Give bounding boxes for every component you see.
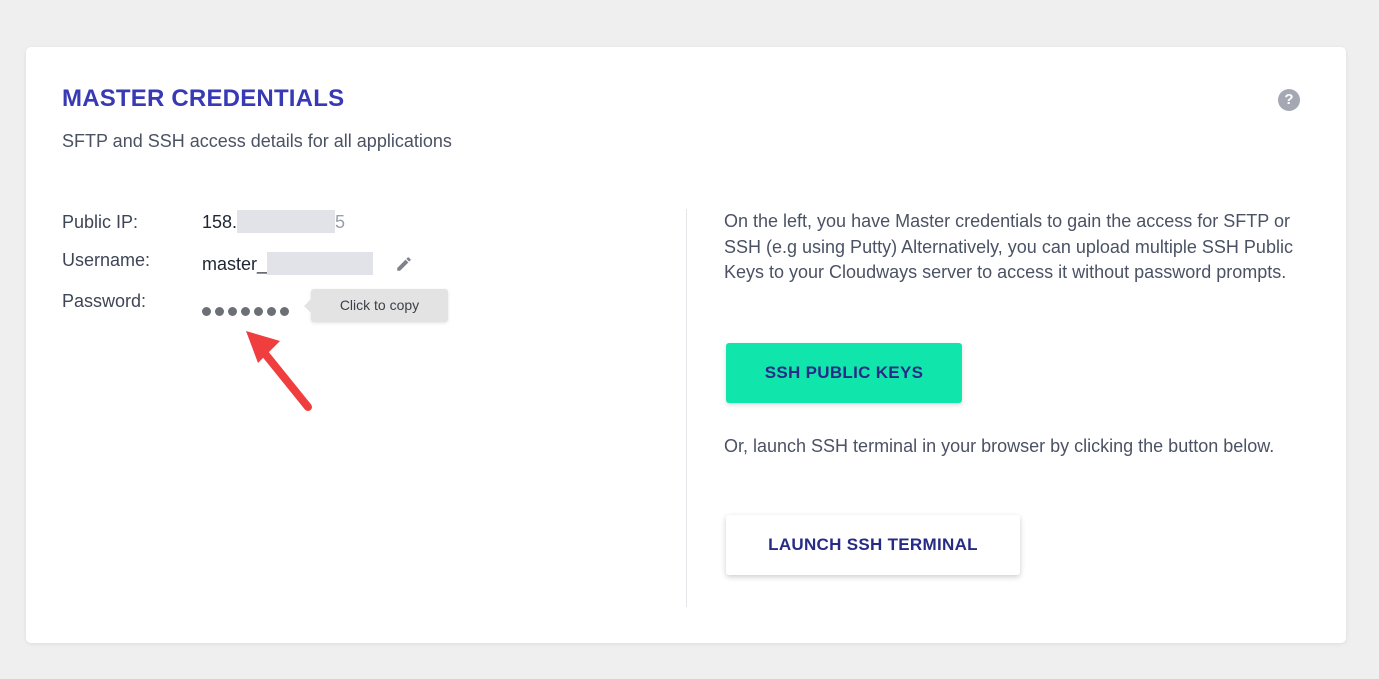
redaction-mask: [267, 251, 374, 275]
username-label: Username:: [62, 250, 151, 270]
password-label: Password:: [62, 291, 147, 311]
help-icon[interactable]: ?: [1278, 89, 1300, 111]
redaction-mask: [237, 209, 336, 233]
copy-tooltip: Click to copy: [304, 289, 448, 322]
column-divider: [686, 209, 687, 607]
master-credentials-card: MASTER CREDENTIALS SFTP and SSH access d…: [26, 47, 1346, 643]
card-subtitle: SFTP and SSH access details for all appl…: [62, 131, 452, 151]
public-ip-suffix: 5: [335, 212, 346, 232]
public-ip-value[interactable]: 158. 5: [202, 209, 346, 233]
ssh-public-keys-button[interactable]: SSH PUBLIC KEYS: [726, 343, 962, 403]
credentials-description: On the left, you have Master credentials…: [724, 211, 1293, 282]
pencil-icon[interactable]: [395, 255, 413, 273]
red-arrow-annotation: [246, 331, 312, 411]
username-value[interactable]: master_: [202, 251, 374, 275]
public-ip-prefix: 158.: [202, 212, 238, 232]
password-value[interactable]: [202, 304, 289, 318]
card-title: MASTER CREDENTIALS: [62, 85, 345, 112]
terminal-description: Or, launch SSH terminal in your browser …: [724, 436, 1275, 456]
launch-ssh-terminal-button[interactable]: LAUNCH SSH TERMINAL: [726, 515, 1020, 575]
username-prefix: master_: [202, 254, 268, 274]
public-ip-label: Public IP:: [62, 212, 139, 232]
